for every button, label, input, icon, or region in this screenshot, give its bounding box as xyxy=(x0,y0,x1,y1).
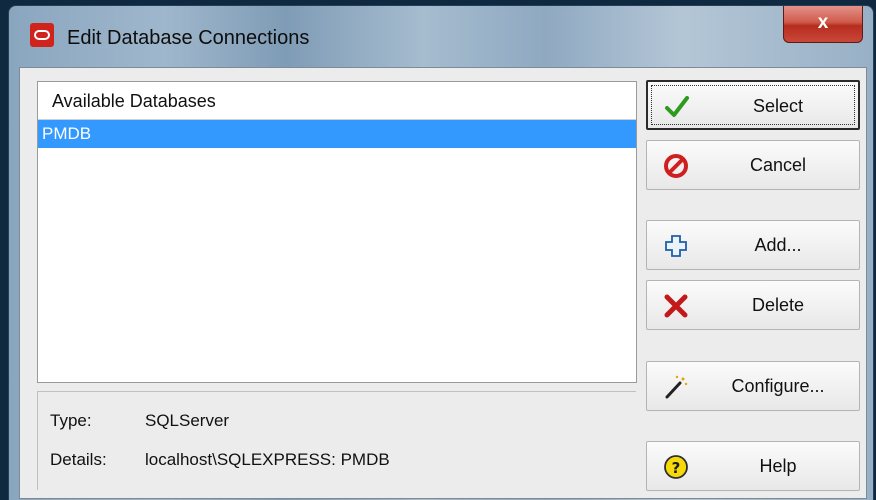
type-value: SQLServer xyxy=(145,411,230,430)
list-header: Available Databases xyxy=(38,82,636,120)
database-list[interactable]: Available Databases PMDB xyxy=(37,81,637,383)
details-panel: Type: SQLServer Details: localhost\SQLEX… xyxy=(37,391,636,490)
cancel-label: Cancel xyxy=(749,155,807,175)
cancel-button[interactable]: Cancel xyxy=(646,140,860,190)
add-button[interactable]: Add... xyxy=(646,220,860,270)
help-button[interactable]: ? Help xyxy=(646,441,860,491)
title-bar[interactable]: Edit Database Connections x xyxy=(9,6,873,64)
oracle-logo-icon xyxy=(30,23,54,47)
configure-label: Configure... xyxy=(731,376,825,396)
help-label: Help xyxy=(759,456,797,476)
magic-wand-icon xyxy=(665,375,688,399)
question-icon: ? xyxy=(664,455,688,479)
svg-text:?: ? xyxy=(672,459,681,477)
add-label: Add... xyxy=(754,235,802,255)
close-button[interactable]: x xyxy=(783,6,863,43)
dialog-window: Edit Database Connections x Available Da… xyxy=(9,6,873,500)
dialog-body: Available Databases PMDB Type: SQLServer… xyxy=(19,67,867,499)
no-entry-icon xyxy=(664,154,688,178)
select-label: Select xyxy=(752,96,804,116)
delete-button[interactable]: Delete xyxy=(646,280,860,330)
list-item[interactable]: PMDB xyxy=(38,120,636,148)
details-label: Details: xyxy=(50,450,107,469)
details-value: localhost\SQLEXPRESS: PMDB xyxy=(145,450,390,469)
configure-button[interactable]: Configure... xyxy=(646,361,860,411)
plus-icon xyxy=(665,235,687,257)
checkmark-icon xyxy=(665,96,689,117)
select-button[interactable]: Select xyxy=(646,80,860,130)
red-x-icon xyxy=(664,294,688,318)
type-label: Type: xyxy=(50,411,92,430)
window-title: Edit Database Connections xyxy=(67,27,310,49)
delete-label: Delete xyxy=(751,295,805,315)
